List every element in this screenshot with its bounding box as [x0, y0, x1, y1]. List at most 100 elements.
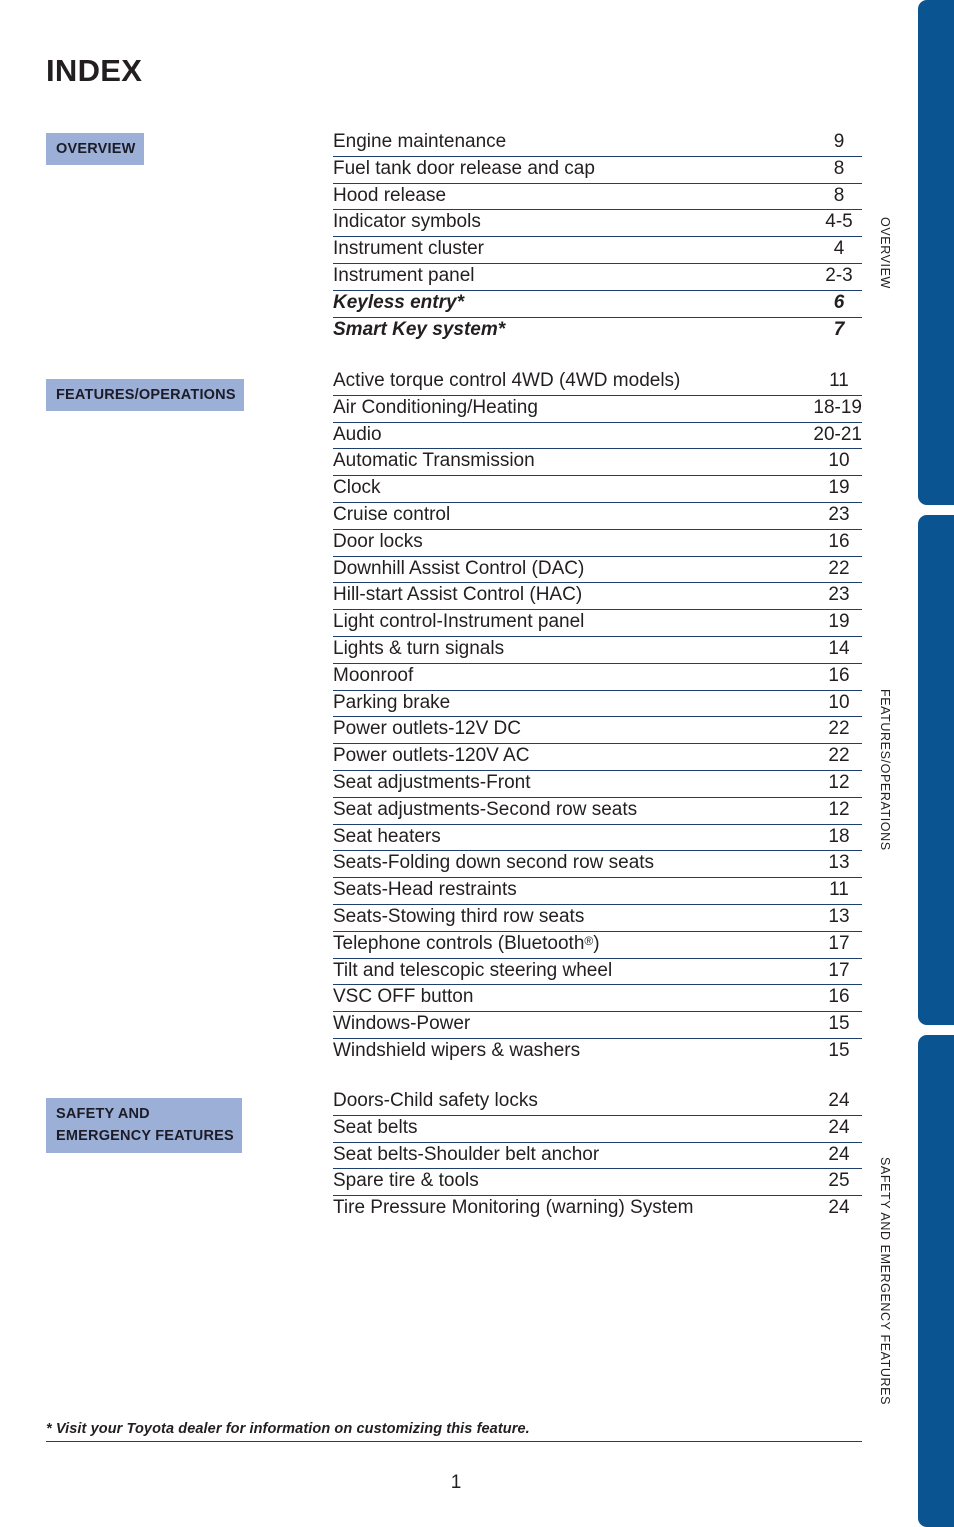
index-entry-label: Telephone controls (Bluetooth®) [333, 932, 600, 956]
index-entry-page: 23 [828, 584, 850, 606]
index-entry-label: Hood release [333, 184, 447, 206]
index-entry[interactable]: Power outlets-120V AC 22 [333, 744, 862, 771]
index-entry-label: Instrument cluster [333, 238, 484, 260]
side-tab-label: OVERVIEW [878, 216, 892, 289]
index-entry-label: Air Conditioning/Heating [333, 396, 538, 418]
index-entry[interactable]: Tilt and telescopic steering wheel 17 [333, 959, 862, 986]
index-entry-page: 13 [828, 905, 850, 927]
index-entry-label: Instrument panel [333, 264, 475, 286]
index-entry-label: Seat adjustments-Front [333, 771, 531, 793]
side-tab-0[interactable]: OVERVIEW [878, 0, 954, 505]
index-entry-page: 12 [828, 798, 850, 820]
index-entry[interactable]: Windows-Power 15 [333, 1012, 862, 1039]
page-number: 1 [450, 1472, 462, 1493]
index-entry[interactable]: Engine maintenance 9 [333, 130, 862, 157]
index-entry-label: Cruise control [333, 503, 451, 525]
index-entry-label: Seat adjustments-Second row seats [333, 798, 638, 820]
index-entry-label: Tilt and telescopic steering wheel [333, 959, 613, 981]
index-entry-page: 18-19 [813, 396, 862, 418]
index-entry[interactable]: Instrument panel 2-3 [333, 264, 862, 291]
index-entry[interactable]: Seat heaters 18 [333, 825, 862, 852]
index-entry-page: 24 [828, 1090, 850, 1111]
index-entry-page: 11 [829, 370, 849, 391]
footnote: * Visit your Toyota dealer for informati… [46, 1421, 862, 1442]
index-entry[interactable]: Moonroof 16 [333, 664, 862, 691]
index-entry[interactable]: Light control-Instrument panel 19 [333, 610, 862, 637]
index-entry-list: Engine maintenance 9 Fuel tank door releas… [333, 130, 862, 344]
index-entry-page: 8 [833, 157, 845, 179]
index-entry-label: VSC OFF button [333, 986, 474, 1008]
section-heading-badge: SAFETY AND EMERGENCY FEATURES [46, 1098, 242, 1153]
index-entry[interactable]: Audio 20-21 [333, 423, 862, 450]
index-entry[interactable]: Seats-Head restraints 11 [333, 878, 862, 905]
side-tab-label: SAFETY AND EMERGENCY FEATURES [878, 1157, 892, 1406]
index-entry-label: Seat heaters [333, 825, 441, 847]
page-title: INDEX [46, 52, 143, 88]
index-entry-label: Moonroof [333, 664, 414, 686]
index-entry[interactable]: Doors-Child safety locks 24 [333, 1089, 862, 1116]
index-entry[interactable]: Instrument cluster 4 [333, 237, 862, 264]
index-entry[interactable]: Lights & turn signals 14 [333, 637, 862, 664]
index-entry[interactable]: Telephone controls (Bluetooth®) 17 [333, 932, 862, 959]
index-entry-label: Hill-start Assist Control (HAC) [333, 584, 583, 606]
side-tab-2[interactable]: SAFETY AND EMERGENCY FEATURES [878, 1035, 954, 1527]
index-entry[interactable]: Automatic Transmission 10 [333, 449, 862, 477]
index-entry[interactable]: VSC OFF button 16 [333, 985, 862, 1013]
section-heading-line: SAFETY AND [56, 1106, 150, 1122]
index-entry-label: Seat belts-Shoulder belt anchor [333, 1143, 600, 1165]
index-entry-page: 24 [828, 1143, 850, 1165]
index-entry-label: Automatic Transmission [333, 450, 535, 472]
index-entry-page: 12 [828, 771, 850, 793]
index-entry-label: Spare tire & tools [333, 1170, 479, 1192]
side-tab-rail: OVERVIEW FEATURES/OPERATIONS SAFETY AND EM… [878, 0, 954, 1527]
index-entry[interactable]: Clock 19 [333, 476, 862, 503]
index-entry[interactable]: Seats-Stowing third row seats 13 [333, 905, 862, 932]
index-entry[interactable]: Air Conditioning/Heating 18-19 [333, 396, 862, 423]
index-entry-label: Door locks [333, 530, 423, 552]
index-entry[interactable]: Fuel tank door release and cap 8 [333, 157, 862, 184]
index-entry[interactable]: Door locks 16 [333, 530, 862, 557]
index-entry[interactable]: Seat adjustments-Second row seats 12 [333, 798, 862, 825]
index-entry[interactable]: Spare tire & tools 25 [333, 1169, 862, 1197]
index-entry-page: 17 [828, 959, 850, 981]
index-entry-label: Power outlets-12V DC [333, 718, 521, 740]
index-entry-list: Active torque control 4WD (4WD models) 11… [333, 369, 862, 1066]
index-entry[interactable]: Hood release 8 [333, 184, 862, 211]
index-entry[interactable]: Hill-start Assist Control (HAC) 23 [333, 583, 862, 611]
section-heading-badge: OVERVIEW [46, 133, 144, 166]
index-entry-label: Doors-Child safety locks [333, 1090, 538, 1111]
index-entry-page: 15 [828, 1013, 850, 1035]
index-entry-page: 22 [828, 745, 850, 767]
index-entry[interactable]: Cruise control 23 [333, 503, 862, 530]
side-tab-label: FEATURES/OPERATIONS [878, 689, 892, 851]
section-heading-badge: FEATURES/OPERATIONS [46, 379, 244, 412]
index-entry[interactable]: Smart Key system* 7 [333, 318, 862, 345]
index-entry-label: Smart Key system* [333, 318, 506, 340]
index-entry[interactable]: Seat belts 24 [333, 1116, 862, 1143]
index-entry[interactable]: Windshield wipers & washers 15 [333, 1039, 862, 1066]
index-entry[interactable]: Keyless entry* 6 [333, 291, 862, 318]
index-entry-label: Lights & turn signals [333, 637, 505, 659]
index-entry-page: 18 [828, 825, 850, 847]
index-entry[interactable]: Downhill Assist Control (DAC) 22 [333, 557, 862, 584]
index-entry-page: 9 [833, 131, 845, 152]
index-entry-label: Parking brake [333, 691, 451, 713]
index-entry[interactable]: Seat belts-Shoulder belt anchor 24 [333, 1143, 862, 1170]
index-entry-label: Seats-Folding down second row seats [333, 852, 655, 874]
index-entry[interactable]: Seats-Folding down second row seats 13 [333, 851, 862, 879]
index-entry-page: 22 [828, 557, 850, 579]
index-entry[interactable]: Seat adjustments-Front 12 [333, 771, 862, 798]
index-entry-page: 16 [828, 664, 850, 686]
index-entry-page: 20-21 [813, 423, 862, 445]
index-entry[interactable]: Tire Pressure Monitoring (warning) Syste… [333, 1196, 862, 1223]
index-entry[interactable]: Power outlets-12V DC 22 [333, 717, 862, 745]
index-entry[interactable]: Indicator symbols 4-5 [333, 210, 862, 238]
registered-trademark-icon: ® [584, 933, 594, 948]
index-entry[interactable]: Parking brake 10 [333, 691, 862, 718]
index-entry-page: 13 [828, 852, 850, 874]
index-entry-page: 23 [828, 503, 850, 525]
index-entry-page: 17 [828, 932, 850, 954]
index-entry[interactable]: Active torque control 4WD (4WD models) 11 [333, 369, 862, 396]
index-entry-label: Audio [333, 423, 382, 445]
side-tab-1[interactable]: FEATURES/OPERATIONS [878, 515, 954, 1025]
